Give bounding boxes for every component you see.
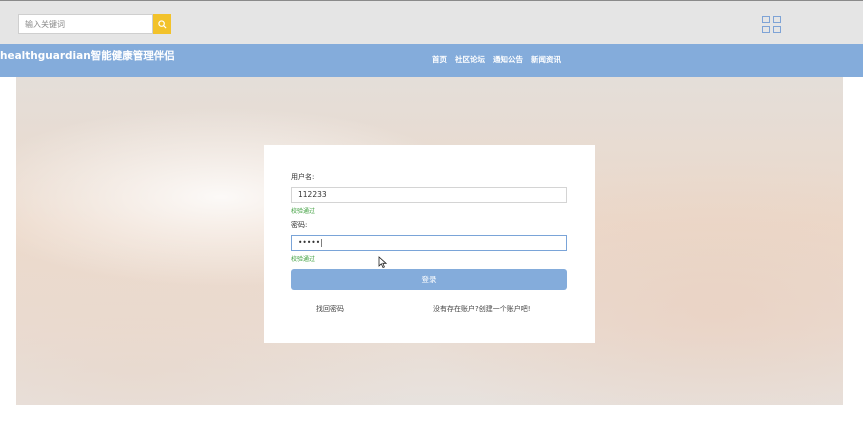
username-validation: 校验通过 [291, 208, 316, 215]
search-icon [157, 19, 167, 29]
nav-links: 首页 社区论坛 通知公告 新闻资讯 [432, 50, 569, 70]
username-field[interactable]: 112233 [291, 187, 567, 203]
main-navbar: healthguardian智能健康管理伴侣 首页 社区论坛 通知公告 新闻资讯 [0, 44, 863, 77]
grid-icon[interactable] [762, 16, 784, 34]
search-button[interactable] [153, 14, 171, 34]
top-bar [0, 1, 863, 44]
password-field[interactable]: •••••| [291, 235, 567, 251]
mouse-cursor-icon [378, 256, 387, 269]
site-brand[interactable]: healthguardian智能健康管理伴侣 [0, 44, 175, 77]
login-card: 用户名: 112233 校验通过 密码: •••••| 校验通过 登录 找回密码… [264, 145, 595, 343]
search-box [18, 14, 153, 34]
nav-link-notices[interactable]: 通知公告 [493, 50, 523, 70]
password-validation: 校验通过 [291, 256, 316, 263]
nav-link-news[interactable]: 新闻资讯 [531, 50, 561, 70]
login-button[interactable]: 登录 [291, 269, 567, 290]
nav-link-home[interactable]: 首页 [432, 50, 447, 70]
password-label: 密码: [291, 221, 308, 229]
nav-link-forum[interactable]: 社区论坛 [455, 50, 485, 70]
register-link[interactable]: 没有存在账户?创建一个账户吧! [433, 304, 531, 314]
username-label: 用户名: [291, 173, 315, 181]
forgot-password-link[interactable]: 找回密码 [316, 304, 344, 314]
search-input[interactable] [19, 15, 152, 33]
